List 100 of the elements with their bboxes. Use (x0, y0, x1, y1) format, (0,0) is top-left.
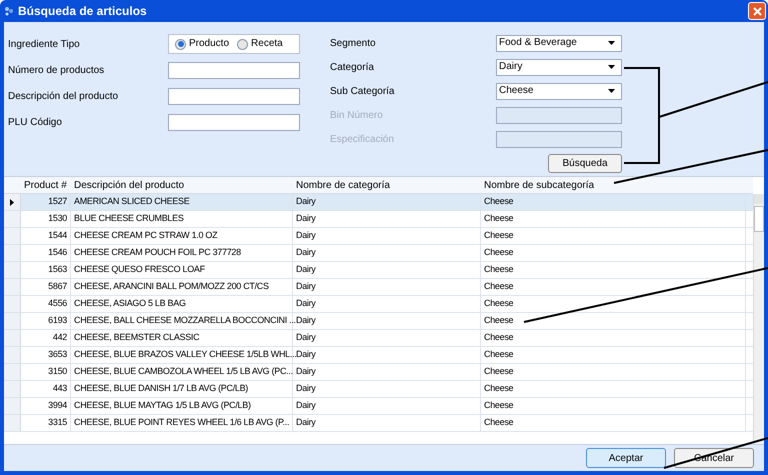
field-label: Sub Categoría (330, 84, 396, 98)
dropdown[interactable]: Food & Beverage (496, 34, 622, 52)
table-cell: 1563 (21, 262, 71, 278)
table-cell: Cheese (481, 194, 746, 210)
table-cell: Cheese (481, 381, 746, 397)
scrollbar[interactable] (753, 194, 764, 444)
row-pointer-icon (10, 198, 14, 206)
table-row[interactable]: 3653 CHEESE, BLUE BRAZOS VALLEY CHEESE 1/5LB WHL...Dairy Cheese (4, 347, 753, 364)
table-cell: CHEESE, ARANCINI BALL POM/MOZZ 200 CT/CS (71, 279, 293, 295)
app-icon (4, 6, 14, 16)
table-cell: Dairy (293, 279, 481, 295)
table-cell: AMERICAN SLICED CHEESE (71, 194, 293, 210)
field-label: PLU Código (8, 116, 63, 130)
table-cell: CHEESE CREAM PC STRAW 1.0 OZ (71, 228, 293, 244)
table-cell: 3653 (21, 347, 71, 363)
table-cell: Cheese (481, 245, 746, 261)
table-cell: Cheese (481, 296, 746, 312)
table-cell: 1544 (21, 228, 71, 244)
table-cell: Dairy (293, 313, 481, 329)
table-cell: Cheese (481, 364, 746, 380)
table-cell: BLUE CHEESE CRUMBLES (71, 211, 293, 227)
table-cell: Dairy (293, 228, 481, 244)
table-row[interactable]: 1527 AMERICAN SLICED CHEESE Dairy Cheese (4, 194, 753, 211)
table-cell: Cheese (481, 313, 746, 329)
table-cell: 3150 (21, 364, 71, 380)
table-row[interactable]: 1563 CHEESE QUESO FRESCO LOAF Dairy Cheese (4, 262, 753, 279)
field-label: Descripción del producto (8, 90, 120, 104)
table-cell: 442 (21, 330, 71, 346)
caret-icon (608, 65, 615, 69)
table-cell: Dairy (293, 415, 481, 431)
dropdown[interactable]: Cheese (496, 82, 622, 100)
table-row[interactable]: 1530 BLUE CHEESE CRUMBLES Dairy Cheese (4, 211, 753, 228)
close-icon (752, 6, 762, 16)
table-cell: 1527 (21, 194, 71, 210)
table-cell: 5867 (21, 279, 71, 295)
table-row[interactable]: 3994 CHEESE, BLUE MAYTAG 1/5 LB AVG (PC/LB) Dairy Cheese (4, 398, 753, 415)
field-label: Segmento (330, 36, 377, 50)
table-row[interactable]: 3315 CHEESE, BLUE POINT REYES WHEEL 1/6 LB AVG (P... Dairy Cheese (4, 415, 753, 432)
column-header[interactable]: Nombre de subcategoría (481, 177, 745, 193)
caret-icon (608, 41, 615, 45)
close-button[interactable] (748, 2, 766, 20)
dropdown[interactable]: Dairy (496, 58, 622, 76)
table-cell: CHEESE, ASIAGO 5 LB BAG (71, 296, 293, 312)
column-header[interactable]: Descripción del producto (71, 177, 293, 193)
field-label: Especificación (330, 132, 395, 146)
table-cell: CHEESE, BLUE DANISH 1/7 LB AVG (PC/LB) (71, 381, 293, 397)
field-label: Bin Número (330, 108, 384, 122)
table-cell: CHEESE, BEEMSTER CLASSIC (71, 330, 293, 346)
radio-button[interactable] (175, 38, 186, 50)
table-cell: 3315 (21, 415, 71, 431)
field-label: Ingrediente Tipo (8, 38, 81, 52)
table-cell: Cheese (481, 262, 746, 278)
table-cell: Dairy (293, 296, 481, 312)
table-cell: Dairy (293, 330, 481, 346)
table-cell: Cheese (481, 398, 746, 414)
table-cell: CHEESE QUESO FRESCO LOAF (71, 262, 293, 278)
table-cell: 443 (21, 381, 71, 397)
radio-label: Producto (189, 39, 230, 49)
table-row[interactable]: 3150 CHEESE, BLUE CAMBOZOLA WHEEL 1/5 LB AVG (PC... Dairy Cheese (4, 364, 753, 381)
table-cell: Cheese (481, 415, 746, 431)
radio-button[interactable] (237, 38, 248, 50)
field-label: Número de productos (8, 64, 106, 78)
table-cell: CHEESE, BLUE CAMBOZOLA WHEEL 1/5 LB AVG (PC... (71, 364, 293, 380)
text-field[interactable] (168, 88, 300, 104)
caret-icon (608, 89, 615, 93)
table-row[interactable]: 1544 CHEESE CREAM PC STRAW 1.0 OZ Dairy Cheese (4, 228, 753, 245)
table-cell: Cheese (481, 211, 746, 227)
table-cell: 6193 (21, 313, 71, 329)
table-row[interactable]: 6193 CHEESE, BALL CHEESE MOZZARELLA BOCCONCINI ...Dairy Cheese (4, 313, 753, 330)
table-cell: CHEESE, BLUE POINT REYES WHEEL 1/6 LB AVG (P... (71, 415, 293, 431)
table-row[interactable]: 442 CHEESE, BEEMSTER CLASSIC Dairy Cheese (4, 330, 753, 347)
text-field[interactable] (168, 62, 300, 78)
table-cell: Dairy (293, 364, 481, 380)
text-field[interactable] (168, 114, 300, 130)
window-title: Búsqueda de articulos (18, 3, 147, 20)
table-cell: 3994 (21, 398, 71, 414)
table-cell: 1546 (21, 245, 71, 261)
field-label: Categoría (330, 60, 375, 74)
table-cell: Dairy (293, 194, 481, 210)
table-cell: Dairy (293, 262, 481, 278)
table-row[interactable]: 4556 CHEESE, ASIAGO 5 LB BAG Dairy Cheese (4, 296, 753, 313)
column-header[interactable]: Nombre de categoría (293, 177, 481, 193)
radio-label: Receta (251, 39, 283, 49)
table-cell: Cheese (481, 347, 746, 363)
table-cell: Cheese (481, 330, 746, 346)
table-cell: Dairy (293, 245, 481, 261)
column-header[interactable]: Product # (21, 177, 71, 193)
table-row[interactable]: 443 CHEESE, BLUE DANISH 1/7 LB AVG (PC/LB) Dairy Cheese (4, 381, 753, 398)
table-cell: Dairy (293, 398, 481, 414)
table-cell: Dairy (293, 381, 481, 397)
table-cell: 1530 (21, 211, 71, 227)
table-cell: CHEESE CREAM POUCH FOIL PC 377728 (71, 245, 293, 261)
table-cell: Dairy (293, 211, 481, 227)
table-row[interactable]: 1546 CHEESE CREAM POUCH FOIL PC 377728 Dairy Cheese (4, 245, 753, 262)
table-cell: CHEESE, BALL CHEESE MOZZARELLA BOCCONCINI ... (71, 313, 293, 329)
table-row[interactable]: 5867 CHEESE, ARANCINI BALL POM/MOZZ 200 CT/CS Dairy Cheese (4, 279, 753, 296)
table-cell: Cheese (481, 279, 746, 295)
table-cell: Cheese (481, 228, 746, 244)
search-button[interactable]: Búsqueda (548, 154, 622, 173)
dialog-button[interactable]: Aceptar (586, 448, 666, 468)
